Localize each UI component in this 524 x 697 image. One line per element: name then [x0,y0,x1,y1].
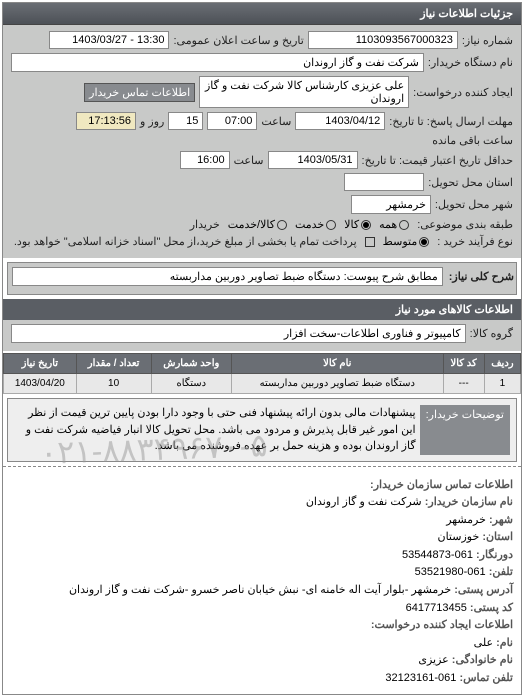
cell-index: 1 [484,374,520,394]
th-index: ردیف [484,354,520,374]
goods-table: ردیف کد کالا نام کالا واحد شمارش تعداد /… [3,353,521,394]
contact-phone-value: 061-32123161 [385,672,456,684]
checkbox-treasury[interactable] [365,237,375,247]
city-value: خرمشهر [446,514,486,526]
radio-all[interactable]: همه [379,218,409,231]
cell-unit: دستگاه [151,374,232,394]
fax-value: 061-53544873 [402,549,473,561]
time-label-2: ساعت [234,154,264,167]
panel-title: جزئیات اطلاعات نیاز [3,3,521,25]
th-unit: واحد شمارش [151,354,232,374]
cell-qty: 10 [76,374,151,394]
public-datetime-label: تاریخ و ساعت اعلان عمومی: [173,34,303,47]
cell-date: 1403/04/20 [4,374,77,394]
th-code: کد کالا [443,354,484,374]
days-label: روز و [140,115,164,128]
description-label: شرح کلی نیاز: [449,270,514,283]
divider [3,466,521,467]
purchase-type-label: نوع فرآیند خرید : [437,235,513,248]
request-number-label: شماره نیاز: [462,34,513,47]
contact-title: اطلاعات تماس سازمان خریدار: [370,479,513,491]
time-label-1: ساعت [261,115,291,128]
family-value: عزیزی [418,654,448,666]
notes-label: توضیحات خریدار: [420,405,510,455]
description-box: شرح کلی نیاز: مطابق شرح پیوست: دستگاه ضب… [7,262,517,295]
radio-goods[interactable]: کالا [344,218,371,231]
name-label: نام: [496,637,513,649]
phone-value: 061-53521980 [415,566,486,578]
contact-section: اطلاعات تماس سازمان خریدار: نام سازمان خ… [3,471,521,694]
address-label: آدرس پستی: [454,584,513,596]
family-label: نام خانوادگی: [452,654,513,666]
delivery-city-field: خرمشهر [351,195,431,214]
buyer-contact-button[interactable]: اطلاعات تماس خریدار [84,83,195,102]
validity-label: حداقل تاریخ اعتبار قیمت: تا تاریخ: [362,154,513,167]
org-label: نام سازمان خریدار: [425,496,513,508]
province-value: خوزستان [437,531,479,543]
notes-text: پیشنهادات مالی بدون ارائه پیشنهاد فنی حت… [14,405,416,455]
goods-section-title: اطلاعات کالاهای مورد نیاز [3,299,521,320]
cell-code: --- [443,374,484,394]
buyer-label: خریدار [190,218,220,231]
notes-box: توضیحات خریدار: پیشنهادات مالی بدون ارائ… [7,398,517,462]
days-field: 15 [168,112,203,130]
deadline-label: مهلت ارسال پاسخ: تا تاریخ: [389,115,513,128]
creator-field: علی عزیزی کارشناس کالا شرکت نفت و گاز ار… [199,76,409,108]
th-date: تاریخ نیاز [4,354,77,374]
deadline-date-field: 1403/04/12 [295,112,385,130]
radio-intermediate[interactable]: متوسط [383,235,430,248]
group-label: گروه کالا: [470,327,513,340]
postal-value: 6417713455 [406,602,467,614]
purchase-note: پرداخت تمام یا بخشی از مبلغ خرید،از محل … [14,235,357,248]
buyer-device-field: شرکت نفت و گاز اروندان [11,53,424,72]
validity-date-field: 1403/05/31 [268,151,358,169]
cell-name: دستگاه ضبط تصاویر دوربین مداربسته [232,374,443,394]
delivery-province-label: استان محل تحویل: [428,176,513,189]
category-label: طبقه بندی موضوعی: [417,218,513,231]
province-label: استان: [482,531,513,543]
address-value: خرمشهر -بلوار آیت اله خامنه ای- نبش خیاب… [69,584,451,596]
th-qty: تعداد / مقدار [76,354,151,374]
creator-section-title: اطلاعات ایجاد کننده درخواست: [371,619,513,631]
description-field: مطابق شرح پیوست: دستگاه ضبط تصاویر دوربی… [12,267,443,286]
deadline-time-field: 07:00 [207,112,257,130]
public-datetime-field: 13:30 - 1403/03/27 [49,31,169,49]
remaining-time-field: 17:13:56 [76,112,136,130]
creator-label: ایجاد کننده درخواست: [413,86,513,99]
group-field: کامپیوتر و فناوری اطلاعات-سخت افزار [11,324,466,343]
radio-service[interactable]: خدمت [295,218,336,231]
radio-goods-service[interactable]: کالا/خدمت [228,218,287,231]
contact-phone-label: تلفن تماس: [459,672,513,684]
org-value: شرکت نفت و گاز اروندان [306,496,422,508]
buyer-device-label: نام دستگاه خریدار: [428,56,513,69]
phone-label: تلفن: [489,566,513,578]
validity-time-field: 16:00 [180,151,230,169]
table-row: 1 --- دستگاه ضبط تصاویر دوربین مداربسته … [4,374,521,394]
city-label: شهر: [489,514,513,526]
th-name: نام کالا [232,354,443,374]
name-value: علی [474,637,493,649]
fax-label: دورنگار: [476,549,513,561]
form-area: شماره نیاز: 1103093567000323 تاریخ و ساع… [3,25,521,258]
delivery-province-field [344,173,424,191]
main-panel: جزئیات اطلاعات نیاز شماره نیاز: 11030935… [2,2,522,695]
table-header-row: ردیف کد کالا نام کالا واحد شمارش تعداد /… [4,354,521,374]
remaining-label: ساعت باقی مانده [432,134,513,147]
delivery-city-label: شهر محل تحویل: [435,198,513,211]
request-number-field: 1103093567000323 [308,31,458,49]
postal-label: کد پستی: [470,602,513,614]
